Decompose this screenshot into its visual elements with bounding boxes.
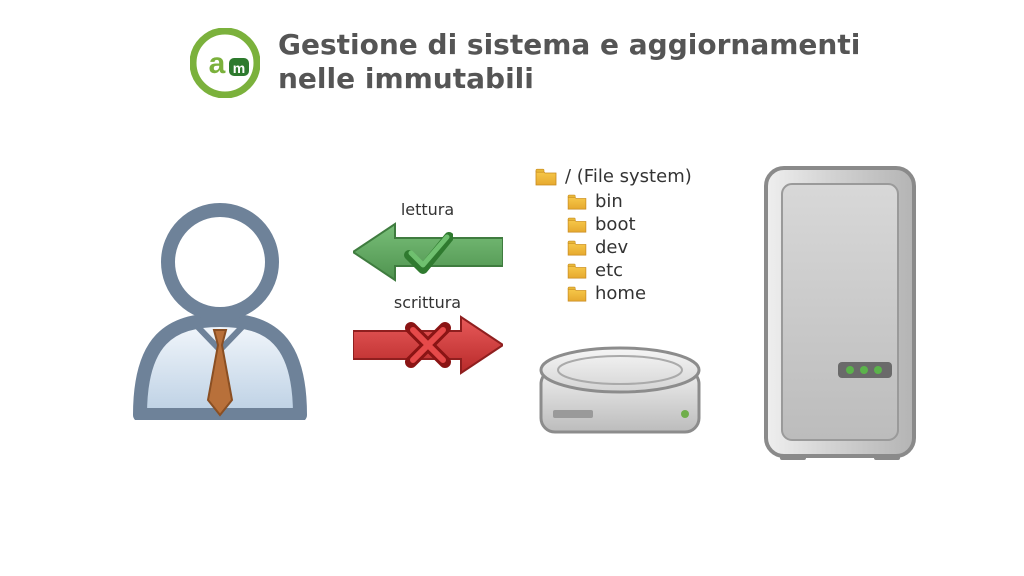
write-arrow [345, 310, 510, 380]
read-arrow [345, 217, 510, 287]
folder-icon [567, 194, 587, 210]
harddrive-icon [535, 340, 705, 440]
checkmark-icon [403, 227, 453, 277]
cross-icon [403, 320, 453, 370]
svg-text:a: a [209, 47, 226, 80]
fs-folder-boot: boot [567, 214, 692, 235]
folder-icon [567, 217, 587, 233]
page-title: Gestione di sistema e aggiornamenti nell… [278, 28, 898, 95]
folder-icon [535, 168, 557, 186]
folder-icon [567, 240, 587, 256]
fs-folder-etc: etc [567, 260, 692, 281]
fs-folder-home: home [567, 283, 692, 304]
user-icon [110, 190, 330, 420]
logo-badge: a m [190, 28, 260, 98]
svg-text:m: m [233, 60, 245, 76]
fs-folder-label: dev [595, 237, 628, 258]
folder-icon [567, 263, 587, 279]
server-icon [760, 162, 920, 462]
fs-folder-label: home [595, 283, 646, 304]
fs-folder-label: etc [595, 260, 623, 281]
fs-folder-dev: dev [567, 237, 692, 258]
fs-folder-label: boot [595, 214, 636, 235]
fs-folder-label: bin [595, 191, 623, 212]
fs-folder-bin: bin [567, 191, 692, 212]
filesystem-tree: / (File system) binbootdevetchome [535, 166, 692, 306]
fs-root-label: / (File system) [565, 166, 692, 187]
folder-icon [567, 286, 587, 302]
